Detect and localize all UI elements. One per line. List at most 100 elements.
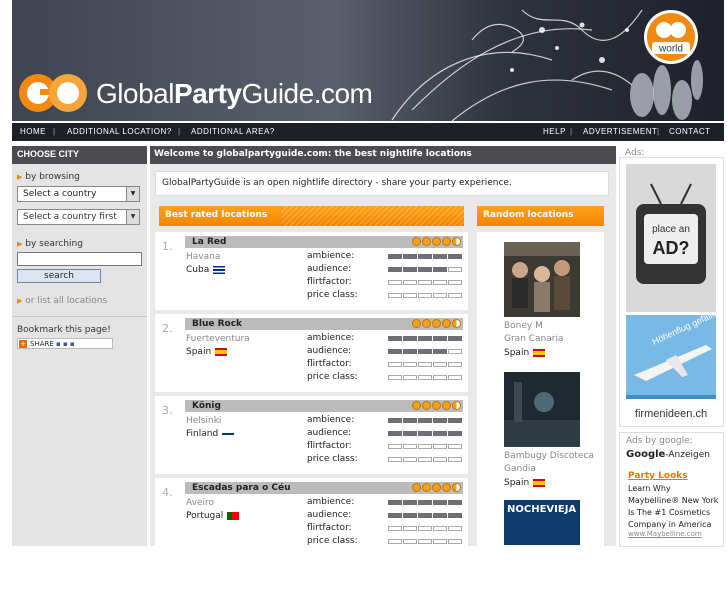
meter-segment bbox=[418, 500, 432, 505]
location-card[interactable]: 3. König Helsinki Finland ambience: audience:… bbox=[155, 396, 468, 474]
attribute-meter bbox=[388, 431, 463, 437]
meter-segment bbox=[433, 293, 447, 298]
country-select[interactable]: Select a country ▼ bbox=[17, 186, 140, 202]
meter-segment bbox=[403, 457, 417, 462]
attribute-label: price class: bbox=[307, 290, 358, 300]
chevron-down-icon: ▼ bbox=[126, 210, 139, 224]
attribute-label: ambience: bbox=[307, 497, 355, 507]
meter-segment bbox=[388, 513, 402, 518]
attribute-meter bbox=[388, 267, 463, 273]
location-name[interactable]: Escadas para o Céu bbox=[192, 483, 291, 493]
random-caption[interactable]: Bambugy Discoteca Gandia bbox=[504, 450, 594, 476]
location-title-bar[interactable]: Blue Rock bbox=[185, 318, 463, 330]
sidebar: CHOOSE CITY ▶ by browsing Select a count… bbox=[12, 146, 147, 546]
place-ad-banner[interactable]: place an AD? bbox=[626, 164, 716, 312]
attribute-meter bbox=[388, 513, 463, 519]
share-button[interactable]: + SHARE ▪ ▪ ▪ bbox=[17, 338, 113, 349]
rank-number: 2. bbox=[162, 322, 173, 335]
attribute-label: audience: bbox=[307, 264, 352, 274]
random-locations: Boney M Gran Canaria Spain Bambugy Discot… bbox=[477, 232, 604, 592]
attribute-meter bbox=[388, 418, 463, 424]
attribute-meter bbox=[388, 526, 463, 532]
meter-segment bbox=[433, 375, 447, 380]
meter-segment bbox=[448, 362, 462, 367]
nav-contact[interactable]: CONTACT bbox=[669, 127, 711, 136]
attribute-label: audience: bbox=[307, 428, 352, 438]
divider bbox=[12, 316, 147, 317]
meter-segment bbox=[433, 267, 447, 272]
google-brand[interactable]: Google-Anzeigen bbox=[626, 449, 710, 460]
location-country: Spain bbox=[186, 347, 228, 357]
star-icon bbox=[432, 401, 441, 410]
meter-segment bbox=[433, 431, 447, 436]
nav-separator: | bbox=[53, 127, 56, 136]
best-rated-header: Best rated locations bbox=[159, 206, 464, 226]
nav-home[interactable]: HOME bbox=[20, 127, 46, 136]
star-icon bbox=[432, 319, 441, 328]
meter-segment bbox=[418, 254, 432, 259]
attribute-meter bbox=[388, 362, 463, 368]
rating-stars bbox=[411, 237, 461, 249]
meter-segment bbox=[418, 513, 432, 518]
ad-title-link[interactable]: Party Looks bbox=[628, 471, 688, 481]
ads-column: Ads: place an AD? Höhenflug gefällig? fi… bbox=[619, 146, 724, 547]
svg-text:world: world bbox=[658, 44, 683, 55]
location-city: Aveiro bbox=[186, 498, 215, 508]
attribute-meter bbox=[388, 457, 463, 463]
location-title-bar[interactable]: König bbox=[185, 400, 463, 412]
meter-segment bbox=[418, 375, 432, 380]
meter-segment bbox=[403, 500, 417, 505]
nav-additional-area[interactable]: ADDITIONAL AREA? bbox=[191, 127, 275, 136]
search-button[interactable]: search bbox=[17, 269, 101, 283]
location-card[interactable]: 1. La Red Havana Cuba ambience: audience: flir… bbox=[155, 232, 468, 310]
meter-segment bbox=[388, 349, 402, 354]
star-icon bbox=[432, 483, 441, 492]
ad-body: Learn Why Maybelline® New York Is The #1… bbox=[628, 484, 719, 529]
meter-segment bbox=[433, 336, 447, 341]
rank-number: 3. bbox=[162, 404, 173, 417]
meter-segment bbox=[448, 375, 462, 380]
attribute-meter bbox=[388, 336, 463, 342]
meter-segment bbox=[388, 267, 402, 272]
firmenideen-banner[interactable]: Höhenflug gefällig? firmenideen.ch bbox=[626, 315, 716, 425]
meter-segment bbox=[448, 293, 462, 298]
meter-segment bbox=[403, 280, 417, 285]
nav-advertisement[interactable]: ADVERTISEMENT bbox=[583, 127, 657, 136]
location-card[interactable]: 4. Escadas para o Céu Aveiro Portugal ambien… bbox=[155, 478, 468, 556]
ad-url-link[interactable]: www.Maybelline.com bbox=[628, 530, 702, 538]
location-name[interactable]: König bbox=[192, 401, 221, 411]
meter-segment bbox=[433, 539, 447, 544]
nav-help[interactable]: HELP bbox=[543, 127, 566, 136]
attribute-label: audience: bbox=[307, 346, 352, 356]
attribute-meter bbox=[388, 280, 463, 286]
location-card[interactable]: 2. Blue Rock Fuerteventura Spain ambience: au… bbox=[155, 314, 468, 392]
nav-additional-location[interactable]: ADDITIONAL LOCATION? bbox=[67, 127, 172, 136]
location-title-bar[interactable]: La Red bbox=[185, 236, 463, 248]
meter-segment bbox=[433, 457, 447, 462]
city-select[interactable]: Select a country first ▼ bbox=[17, 209, 140, 225]
search-input[interactable] bbox=[17, 252, 142, 266]
location-title-bar[interactable]: Escadas para o Céu bbox=[185, 482, 463, 494]
location-name[interactable]: La Red bbox=[192, 237, 226, 247]
meter-segment bbox=[403, 349, 417, 354]
meter-segment bbox=[403, 513, 417, 518]
list-all-link[interactable]: ▶ or list all locations bbox=[17, 296, 107, 306]
location-photo[interactable] bbox=[504, 372, 580, 447]
location-photo[interactable]: NOCHEVIEJA bbox=[504, 500, 580, 545]
star-icon bbox=[412, 319, 421, 328]
location-name[interactable]: Blue Rock bbox=[192, 319, 242, 329]
random-caption[interactable]: Boney M Gran Canaria bbox=[504, 320, 564, 346]
nav-separator: | bbox=[178, 127, 181, 136]
meter-segment bbox=[403, 431, 417, 436]
meter-segment bbox=[433, 513, 447, 518]
site-header: GlobalPartyGuide.com world bbox=[12, 0, 724, 121]
meter-segment bbox=[418, 362, 432, 367]
meter-segment bbox=[448, 418, 462, 423]
location-city: Fuerteventura bbox=[186, 334, 250, 344]
location-photo[interactable] bbox=[504, 242, 580, 317]
meter-segment bbox=[388, 280, 402, 285]
meter-segment bbox=[403, 336, 417, 341]
meter-segment bbox=[448, 349, 462, 354]
meter-segment bbox=[433, 280, 447, 285]
attribute-label: price class: bbox=[307, 454, 358, 464]
